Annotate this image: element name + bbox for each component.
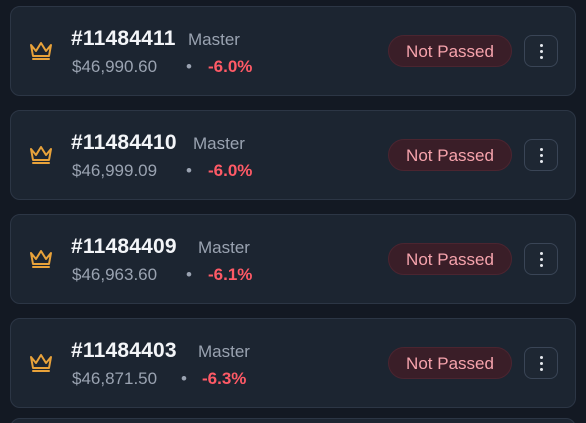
account-id: #11484409 bbox=[71, 235, 177, 258]
account-tier: Master bbox=[188, 30, 240, 49]
account-balance: $46,999.09 bbox=[72, 161, 158, 180]
account-card-partial[interactable] bbox=[10, 418, 576, 423]
crown-icon bbox=[29, 249, 53, 269]
crown-icon bbox=[29, 145, 53, 165]
account-tier: Master bbox=[198, 238, 250, 257]
account-balance: $46,963.60 bbox=[72, 265, 158, 284]
more-vertical-icon bbox=[539, 251, 543, 255]
status-badge: Not Passed bbox=[388, 35, 512, 67]
account-tier: Master bbox=[193, 134, 245, 153]
more-vertical-icon bbox=[539, 355, 543, 359]
separator-dot: • bbox=[186, 265, 192, 284]
more-options-button[interactable] bbox=[524, 139, 558, 171]
percent-change: -6.3% bbox=[202, 369, 247, 388]
account-balance: $46,990.60 bbox=[72, 57, 158, 76]
separator-dot: • bbox=[181, 369, 187, 388]
account-id: #11484411 bbox=[71, 27, 176, 50]
account-balance: $46,871.50 bbox=[72, 369, 158, 388]
status-badge: Not Passed bbox=[388, 139, 512, 171]
account-card[interactable]: #11484409 Master $46,963.60 • -6.1% Not … bbox=[10, 214, 576, 304]
status-badge: Not Passed bbox=[388, 347, 512, 379]
account-list: #11484411 Master $46,990.60 • -6.0% Not … bbox=[10, 6, 576, 422]
crown-icon bbox=[29, 353, 53, 373]
separator-dot: • bbox=[186, 161, 192, 180]
account-tier: Master bbox=[198, 342, 250, 361]
account-card[interactable]: #11484411 Master $46,990.60 • -6.0% Not … bbox=[10, 6, 576, 96]
account-id: #11484403 bbox=[71, 339, 177, 362]
more-vertical-icon bbox=[539, 147, 543, 151]
percent-change: -6.0% bbox=[208, 161, 253, 180]
more-options-button[interactable] bbox=[524, 35, 558, 67]
more-options-button[interactable] bbox=[524, 347, 558, 379]
percent-change: -6.0% bbox=[208, 57, 253, 76]
more-vertical-icon bbox=[539, 43, 543, 47]
crown-icon bbox=[29, 41, 53, 61]
account-card[interactable]: #11484410 Master $46,999.09 • -6.0% Not … bbox=[10, 110, 576, 200]
account-card[interactable]: #11484403 Master $46,871.50 • -6.3% Not … bbox=[10, 318, 576, 408]
percent-change: -6.1% bbox=[208, 265, 253, 284]
status-badge: Not Passed bbox=[388, 243, 512, 275]
account-id: #11484410 bbox=[71, 131, 177, 154]
separator-dot: • bbox=[186, 57, 192, 76]
more-options-button[interactable] bbox=[524, 243, 558, 275]
